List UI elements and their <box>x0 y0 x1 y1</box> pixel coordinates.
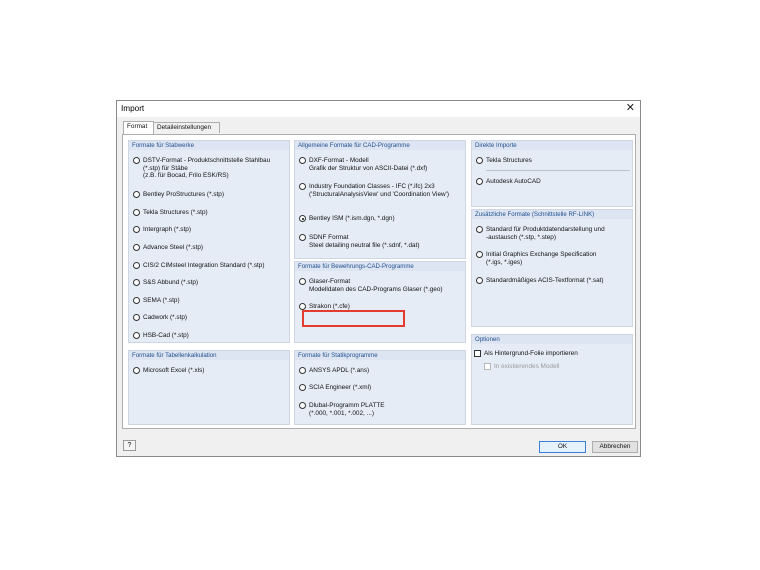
option-sublabel: (*.stp) für Stäbe <box>143 164 188 172</box>
radio-button[interactable] <box>299 157 306 164</box>
radio-button[interactable] <box>299 402 306 409</box>
radio-button[interactable] <box>133 367 140 374</box>
group-direkt: Direkte Importe Tekla Structures Autodes… <box>471 140 633 207</box>
import-dialog: Import ✕ Format Detaileinstellungen Form… <box>116 100 641 457</box>
radio-button-selected[interactable] <box>299 215 306 222</box>
help-icon[interactable]: ? <box>123 440 136 451</box>
option-label: CIS/2 CIMsteel Integration Standard (*.s… <box>143 262 265 269</box>
radio-button[interactable] <box>476 178 483 185</box>
radio-button[interactable] <box>133 244 140 251</box>
option-label: Standard für Produktdatendarstellung und <box>486 226 605 233</box>
ok-button[interactable]: OK <box>539 441 586 453</box>
title-bar: Import ✕ <box>117 101 640 117</box>
group-stabwerke: Formate für Stabwerke DSTV-Format - Prod… <box>128 140 290 343</box>
radio-button[interactable] <box>133 262 140 269</box>
radio-button[interactable] <box>133 314 140 321</box>
group-tabellen: Formate für Tabellenkalkulation Microsof… <box>128 350 290 425</box>
radio-button[interactable] <box>133 297 140 304</box>
option-label: HSB-Cad (*.stp) <box>143 332 189 339</box>
option-label: SCIA Engineer (*.xml) <box>309 384 372 391</box>
group-title: Allgemeine Formate für CAD-Programme <box>295 141 465 150</box>
option-label: S&S Abbund (*.stp) <box>143 279 199 286</box>
group-optionen: Optionen Als Hintergrund-Folie importier… <box>471 334 633 425</box>
radio-button[interactable] <box>476 226 483 233</box>
radio-button[interactable] <box>476 157 483 164</box>
separator <box>486 170 630 171</box>
group-title: Optionen <box>472 335 632 344</box>
option-sublabel: -austausch (*.stp, *.step) <box>486 233 556 241</box>
radio-button[interactable] <box>476 277 483 284</box>
option-label: Intergraph (*.stp) <box>143 226 191 233</box>
format-tab-panel: Formate für Stabwerke DSTV-Format - Prod… <box>122 134 636 429</box>
radio-button[interactable] <box>133 191 140 198</box>
radio-button[interactable] <box>133 279 140 286</box>
checkbox[interactable] <box>474 350 481 357</box>
radio-button[interactable] <box>299 234 306 241</box>
option-label: Autodesk AutoCAD <box>486 178 541 185</box>
option-label: Bentley ProStructures (*.stp) <box>143 191 224 198</box>
radio-button[interactable] <box>299 384 306 391</box>
option-label: Tekla Structures (*.stp) <box>143 209 208 216</box>
option-sublabel: (*.000, *.001, *.002, ...) <box>309 409 375 417</box>
group-statik: Formate für Statikprogramme ANSYS APDL (… <box>294 350 466 425</box>
option-label: Bentley ISM (*.ism.dgn, *.dgn) <box>309 215 395 222</box>
option-label: Standardmäßiges ACIS-Textformat (*.sat) <box>486 277 604 284</box>
radio-button[interactable] <box>299 183 306 190</box>
checkbox-disabled[interactable] <box>484 363 491 370</box>
group-title: Zusätzliche Formate (Schnittstelle RF-LI… <box>472 210 632 219</box>
option-label: Industry Foundation Classes - IFC (*.ifc… <box>309 183 435 190</box>
close-icon[interactable]: ✕ <box>626 102 635 114</box>
group-title: Formate für Statikprogramme <box>295 351 465 360</box>
option-label: Initial Graphics Exchange Specification <box>486 251 597 258</box>
option-label: Glaser-Format <box>309 278 351 285</box>
radio-button[interactable] <box>133 332 140 339</box>
option-label: Advance Steel (*.stp) <box>143 244 204 251</box>
option-label: Cadwork (*.stp) <box>143 314 188 321</box>
option-sublabel: Grafik der Struktur von ASCII-Datei (*.d… <box>309 164 428 172</box>
group-bewehrung: Formate für Bewehrungs-CAD-Programme Gla… <box>294 261 466 343</box>
radio-button[interactable] <box>133 209 140 216</box>
radio-button[interactable] <box>476 251 483 258</box>
radio-button[interactable] <box>133 226 140 233</box>
option-label: In existierendes Modell <box>494 363 560 370</box>
dialog-title: Import <box>121 104 145 113</box>
radio-button[interactable] <box>299 303 306 310</box>
radio-button[interactable] <box>299 278 306 285</box>
option-label: ANSYS APDL (*.ans) <box>309 367 370 374</box>
option-sublabel: Modelldaten des CAD-Programs Glaser (*.g… <box>309 285 443 293</box>
radio-button[interactable] <box>133 157 140 164</box>
highlight-frame <box>302 310 405 327</box>
group-title: Formate für Stabwerke <box>129 141 289 150</box>
option-label: DSTV-Format - Produktschnittstelle Stahl… <box>143 157 271 164</box>
tab-format[interactable]: Format <box>123 121 154 134</box>
radio-button[interactable] <box>299 367 306 374</box>
group-title: Formate für Bewehrungs-CAD-Programme <box>295 262 465 271</box>
option-sublabel: (z.B. für Bocad, Frilo ESK/RS) <box>143 172 229 180</box>
option-sublabel: (*.igs, *.iges) <box>486 258 523 266</box>
cancel-button[interactable]: Abbrechen <box>592 441 638 453</box>
option-label: Dlubal-Programm PLATTE <box>309 402 385 409</box>
group-cad: Allgemeine Formate für CAD-Programme DXF… <box>294 140 466 259</box>
option-label: Microsoft Excel (*.xls) <box>143 367 205 374</box>
option-label: Als Hintergrund-Folie importieren <box>484 350 578 357</box>
tab-detaileinstellungen[interactable]: Detaileinstellungen <box>153 122 220 133</box>
group-title: Direkte Importe <box>472 141 632 150</box>
option-label: SEMA (*.stp) <box>143 297 180 304</box>
option-label: Tekla Structures <box>486 157 532 164</box>
option-label: SDNF Format <box>309 234 349 241</box>
option-label: DXF-Format - Modell <box>309 157 369 164</box>
option-sublabel: Steel detailing neutral file (*.sdnf, *.… <box>309 241 420 249</box>
option-sublabel: ('StructuralAnalysisView' und 'Coordinat… <box>309 190 449 198</box>
group-title: Formate für Tabellenkalkulation <box>129 351 289 360</box>
group-rflink: Zusätzliche Formate (Schnittstelle RF-LI… <box>471 209 633 327</box>
